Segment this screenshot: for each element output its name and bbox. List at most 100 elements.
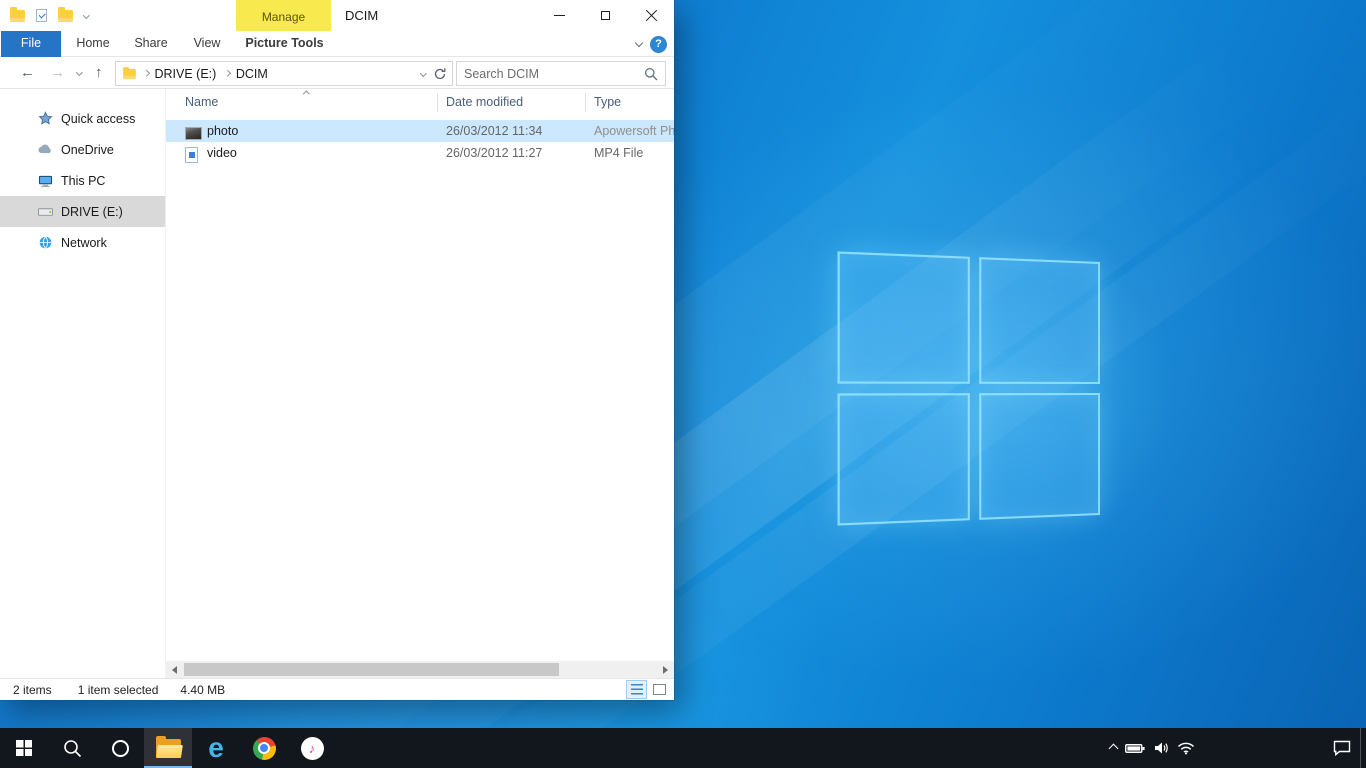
file-type: MP4 File: [594, 142, 674, 164]
file-date-modified: 26/03/2012 11:27: [446, 142, 542, 164]
scrollbar-thumb[interactable]: [184, 663, 559, 676]
tab-picture-tools[interactable]: Picture Tools: [237, 31, 332, 57]
window-controls: [536, 0, 674, 31]
navigation-pane: Quick access OneDrive This PC: [0, 89, 166, 678]
explorer-window-icon: [10, 10, 25, 22]
column-header-type[interactable]: Type: [586, 89, 676, 116]
taskbar-file-explorer-button[interactable]: [144, 728, 192, 768]
selection-summary: 1 item selected: [78, 683, 159, 697]
scroll-right-arrow[interactable]: [657, 661, 674, 678]
taskbar-itunes-button[interactable]: ♪: [288, 728, 336, 768]
sidebar-item-this-pc[interactable]: This PC: [0, 165, 165, 196]
breadcrumb-folder[interactable]: DCIM: [234, 67, 270, 81]
properties-icon[interactable]: [36, 9, 47, 22]
file-list: Name Date modified Type photo 26/03/2012…: [166, 89, 674, 678]
onedrive-cloud-icon: [37, 144, 53, 155]
ribbon-tab-bar: File Home Share View Picture Tools ?: [0, 31, 674, 57]
file-row-photo[interactable]: photo 26/03/2012 11:34 Apowersoft Pho: [166, 120, 674, 142]
forward-button[interactable]: →: [50, 57, 65, 89]
chrome-icon: [253, 737, 276, 760]
quick-access-toolbar: [10, 0, 89, 31]
breadcrumb-chevron-icon[interactable]: [224, 70, 230, 76]
item-count: 2 items: [13, 683, 52, 697]
breadcrumb-chevron-icon[interactable]: [143, 70, 149, 76]
file-row-video[interactable]: video 26/03/2012 11:27 MP4 File: [166, 142, 674, 164]
back-button[interactable]: ←: [20, 57, 35, 89]
show-desktop-strip[interactable]: [1360, 728, 1366, 768]
taskbar-search-button[interactable]: [48, 728, 96, 768]
breadcrumb-drive[interactable]: DRIVE (E:): [153, 67, 219, 81]
search-icon[interactable]: [644, 67, 658, 81]
file-date-modified: 26/03/2012 11:34: [446, 120, 542, 142]
help-button[interactable]: ?: [650, 36, 667, 53]
recent-locations-chevron-icon[interactable]: [76, 69, 82, 75]
start-button[interactable]: [0, 728, 48, 768]
sidebar-item-label: OneDrive: [61, 143, 114, 157]
search-icon: [63, 739, 82, 758]
taskbar: e ♪: [0, 728, 1366, 768]
minimize-button[interactable]: [536, 0, 582, 31]
sidebar-item-drive-e[interactable]: DRIVE (E:): [0, 196, 165, 227]
windows-logo-pane: [838, 393, 970, 525]
location-folder-icon: [123, 68, 136, 78]
volume-icon[interactable]: [1153, 741, 1169, 755]
address-bar[interactable]: DRIVE (E:) DCIM: [115, 61, 453, 86]
column-headers: Name Date modified Type: [166, 89, 674, 116]
taskbar-chrome-button[interactable]: [240, 728, 288, 768]
system-tray: [1110, 728, 1195, 768]
taskbar-edge-button[interactable]: e: [192, 728, 240, 768]
tab-file[interactable]: File: [1, 31, 61, 57]
maximize-button[interactable]: [582, 0, 628, 31]
minimize-icon: [554, 15, 565, 16]
column-header-name[interactable]: Name: [177, 89, 427, 116]
status-bar: 2 items 1 item selected 4.40 MB: [0, 678, 674, 700]
large-icons-view-icon: [653, 684, 666, 695]
tab-view[interactable]: View: [182, 31, 232, 57]
sidebar-item-onedrive[interactable]: OneDrive: [0, 134, 165, 165]
new-folder-icon[interactable]: [58, 10, 73, 22]
close-button[interactable]: [628, 0, 674, 31]
up-button[interactable]: ↑: [95, 57, 103, 89]
tab-home[interactable]: Home: [66, 31, 120, 57]
tab-share[interactable]: Share: [124, 31, 178, 57]
explorer-content: Quick access OneDrive This PC: [0, 89, 674, 678]
network-globe-icon: [37, 235, 53, 250]
manage-contextual-tab[interactable]: Manage: [236, 0, 331, 31]
details-view-button[interactable]: [626, 680, 647, 699]
horizontal-scrollbar[interactable]: [166, 661, 674, 678]
search-box[interactable]: [456, 61, 666, 86]
large-icons-view-button[interactable]: [649, 680, 670, 699]
action-center-icon: [1333, 740, 1351, 756]
customize-toolbar-chevron-icon[interactable]: [83, 12, 89, 18]
windows-logo-pane: [838, 251, 970, 383]
column-divider[interactable]: [437, 93, 438, 112]
navigation-bar: ← → ↑ DRIVE (E:) DCIM: [0, 57, 674, 89]
search-input[interactable]: [457, 67, 644, 81]
column-header-date-modified[interactable]: Date modified: [438, 89, 586, 116]
cortana-button[interactable]: [96, 728, 144, 768]
sidebar-item-network[interactable]: Network: [0, 227, 165, 258]
windows-logo-icon: [16, 740, 32, 756]
sidebar-item-quick-access[interactable]: Quick access: [0, 103, 165, 134]
action-center-button[interactable]: [1324, 728, 1360, 768]
right-triangle-icon: [663, 666, 668, 674]
windows-logo-pane: [979, 257, 1100, 384]
scroll-left-arrow[interactable]: [166, 661, 183, 678]
file-explorer-window: Manage DCIM File Home Share View Picture…: [0, 0, 674, 700]
sidebar-item-label: Network: [61, 236, 107, 250]
sidebar-item-label: This PC: [61, 174, 105, 188]
address-dropdown-chevron-icon[interactable]: [420, 70, 426, 76]
computer-icon: [37, 174, 53, 188]
file-name: photo: [207, 120, 238, 142]
wifi-icon[interactable]: [1177, 741, 1195, 755]
photo-thumbnail-icon: [185, 120, 202, 142]
column-divider[interactable]: [585, 93, 586, 112]
hidden-icons-chevron-icon[interactable]: [1110, 745, 1117, 752]
refresh-icon[interactable]: [433, 67, 447, 81]
file-explorer-icon: [156, 739, 181, 758]
window-title: DCIM: [345, 0, 378, 31]
expand-ribbon-chevron-icon[interactable]: [635, 39, 643, 47]
file-name: video: [207, 142, 237, 164]
sidebar-item-label: DRIVE (E:): [61, 205, 123, 219]
battery-icon[interactable]: [1125, 743, 1145, 754]
